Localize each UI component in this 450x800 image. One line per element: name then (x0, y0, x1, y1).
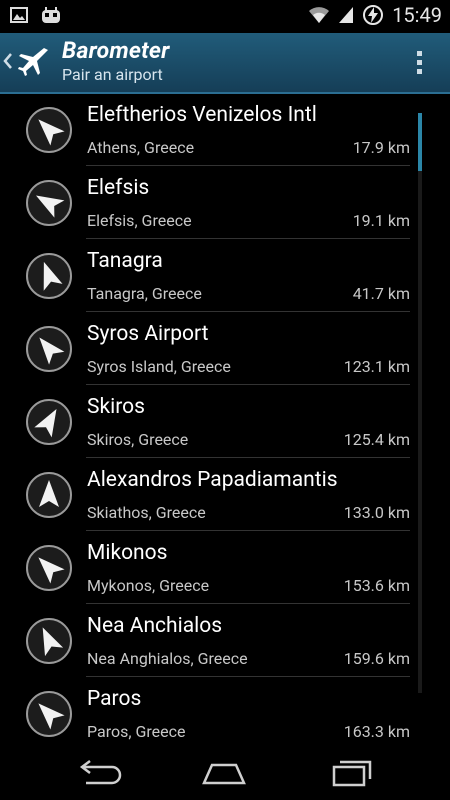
airport-row[interactable]: Alexandros Papadiamantis Skiathos, Greec… (0, 458, 450, 531)
signal-icon (339, 7, 354, 23)
airport-row[interactable]: Skiros Skiros, Greece 125.4 km (0, 385, 450, 458)
overflow-menu-icon[interactable] (416, 50, 424, 76)
battery-charging-icon (363, 5, 384, 25)
airport-name: Mikonos (87, 541, 168, 565)
app-title: Barometer (62, 37, 170, 64)
action-bar: Barometer Pair an airport (0, 33, 450, 94)
compass-arrow-icon (26, 545, 72, 591)
airport-row[interactable]: Nea Anchialos Nea Anghialos, Greece 159.… (0, 604, 450, 677)
airport-city: Mykonos, Greece (87, 576, 210, 595)
airport-row[interactable]: Paros Paros, Greece 163.3 km (0, 677, 450, 747)
airport-row[interactable]: Elefsis Elefsis, Greece 19.1 km (0, 166, 450, 239)
app-subtitle: Pair an airport (62, 65, 163, 84)
airport-list[interactable]: Eleftherios Venizelos Intl Athens, Greec… (0, 93, 450, 747)
airport-name: Tanagra (87, 249, 163, 273)
airport-distance: 133.0 km (343, 503, 410, 522)
airport-name: Eleftherios Venizelos Intl (87, 103, 317, 127)
airport-name: Skiros (87, 395, 145, 419)
scrollbar-track (418, 113, 422, 693)
airport-name: Paros (87, 687, 142, 711)
airport-row[interactable]: Syros Airport Syros Island, Greece 123.1… (0, 312, 450, 385)
airport-distance: 19.1 km (352, 211, 410, 230)
wifi-icon (309, 7, 330, 23)
airport-name: Elefsis (87, 176, 150, 200)
scrollbar-thumb[interactable] (418, 113, 422, 171)
airport-city: Skiros, Greece (87, 430, 189, 449)
home-icon[interactable] (200, 757, 248, 789)
compass-arrow-icon (26, 399, 72, 445)
airport-distance: 153.6 km (343, 576, 410, 595)
airport-row[interactable]: Eleftherios Venizelos Intl Athens, Greec… (0, 93, 450, 166)
airport-name: Alexandros Papadiamantis (87, 468, 338, 492)
airport-city: Nea Anghialos, Greece (87, 649, 248, 668)
compass-arrow-icon (26, 472, 72, 518)
airport-city: Athens, Greece (87, 138, 195, 157)
airport-distance: 123.1 km (343, 357, 410, 376)
airplane-icon[interactable] (15, 45, 51, 81)
airport-distance: 17.9 km (352, 138, 410, 157)
compass-arrow-icon (26, 253, 72, 299)
compass-arrow-icon (26, 107, 72, 153)
recent-apps-icon[interactable] (328, 757, 376, 789)
airport-city: Skiathos, Greece (87, 503, 206, 522)
status-time: 15:49 (392, 3, 442, 27)
airport-city: Elefsis, Greece (87, 211, 192, 230)
compass-arrow-icon (26, 691, 72, 737)
airport-distance: 163.3 km (343, 722, 410, 741)
airport-name: Syros Airport (87, 322, 209, 346)
back-icon[interactable] (76, 757, 124, 789)
status-bar: 15:49 (0, 0, 450, 33)
image-icon (10, 7, 28, 23)
airport-distance: 159.6 km (343, 649, 410, 668)
airport-row[interactable]: Tanagra Tanagra, Greece 41.7 km (0, 239, 450, 312)
airport-name: Nea Anchialos (87, 614, 223, 638)
compass-arrow-icon (26, 618, 72, 664)
up-chevron-icon[interactable] (2, 49, 14, 73)
airport-city: Syros Island, Greece (87, 357, 231, 376)
compass-arrow-icon (26, 180, 72, 226)
android-icon (42, 7, 60, 23)
airport-distance: 125.4 km (343, 430, 410, 449)
compass-arrow-icon (26, 326, 72, 372)
airport-distance: 41.7 km (352, 284, 410, 303)
navigation-bar (0, 747, 450, 800)
airport-city: Tanagra, Greece (87, 284, 202, 303)
airport-city: Paros, Greece (87, 722, 186, 741)
airport-row[interactable]: Mikonos Mykonos, Greece 153.6 km (0, 531, 450, 604)
